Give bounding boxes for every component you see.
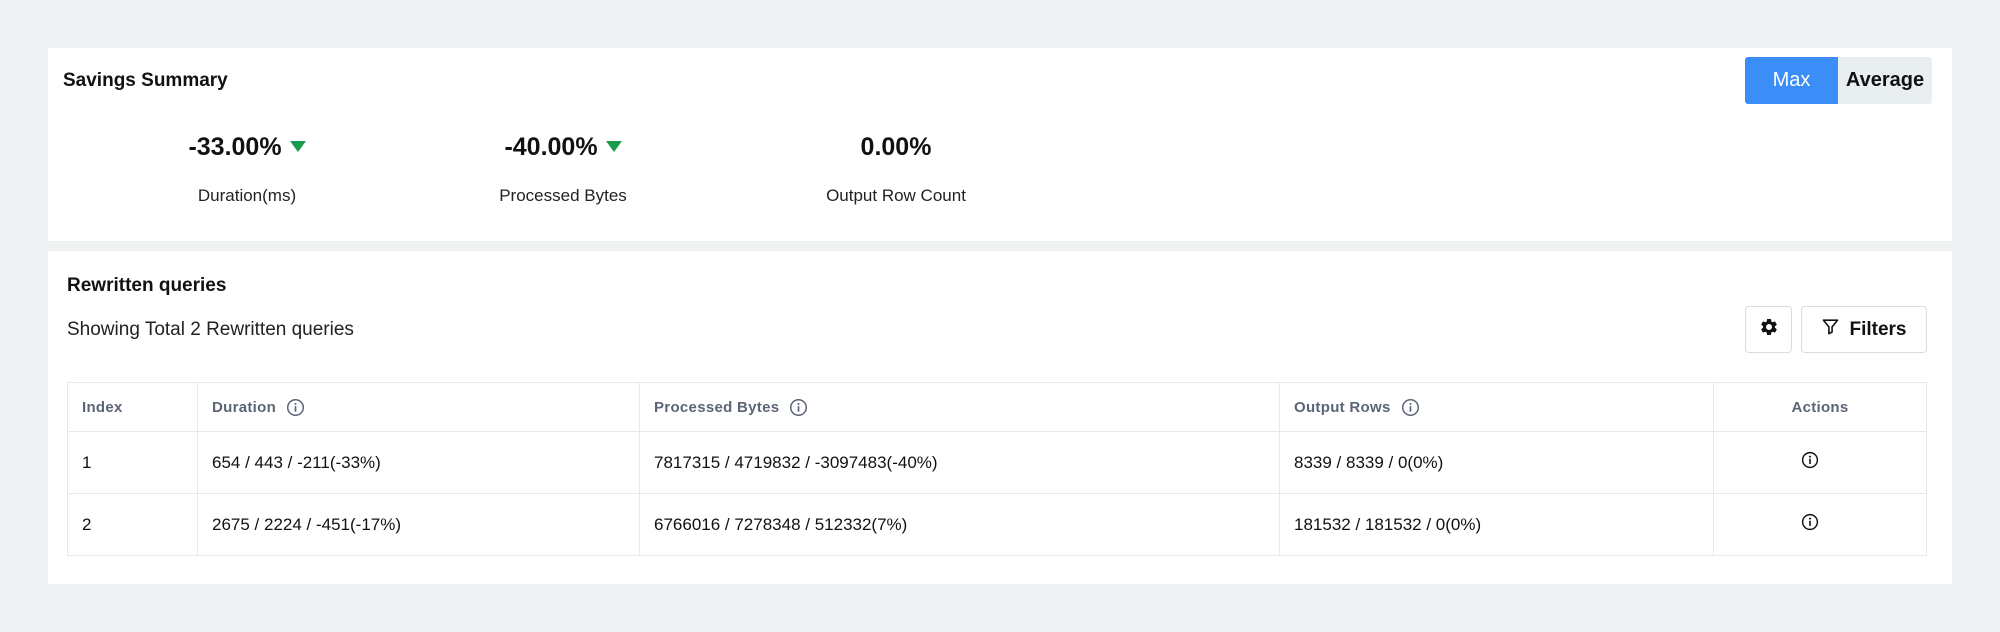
settings-button[interactable] (1745, 306, 1792, 353)
max-toggle-button[interactable]: Max (1745, 57, 1838, 104)
metric-duration-label: Duration(ms) (197, 186, 297, 205)
rewritten-queries-count: Showing Total 2 Rewritten queries (67, 319, 354, 340)
trend-down-icon (289, 140, 306, 152)
info-icon[interactable] (1401, 398, 1420, 417)
average-toggle-button[interactable]: Average (1838, 57, 1932, 104)
metric-processed-bytes-value-row: -40.00% (504, 132, 622, 162)
column-header-duration: Duration (197, 382, 640, 432)
column-header-index: Index (67, 382, 198, 432)
column-header-processed-bytes: Processed Bytes (639, 382, 1280, 432)
table-row: 1 654 / 443 / -211(-33%) 7817315 / 47198… (67, 431, 1927, 494)
table-row: 2 2675 / 2224 / -451(-17%) 6766016 / 727… (67, 493, 1927, 556)
metric-output-row-count-value-row: 0.00% (861, 132, 932, 162)
table-header-row: Index Duration Processed Bytes Output Ro… (67, 382, 1927, 432)
filters-label: Filters (1849, 318, 1907, 340)
cell-processed-bytes: 7817315 / 4719832 / -3097483(-40%) (639, 431, 1280, 494)
metric-duration-value-row: -33.00% (188, 132, 306, 162)
row-details-info-icon[interactable] (1801, 451, 1819, 469)
column-header-actions-label: Actions (1791, 398, 1849, 416)
column-header-output-rows: Output Rows (1279, 382, 1714, 432)
cell-index: 2 (67, 493, 198, 556)
metric-output-row-count-label: Output Row Count (826, 186, 966, 205)
metric-processed-bytes-label: Processed Bytes (499, 186, 627, 205)
column-header-output-rows-label: Output Rows (1294, 398, 1391, 416)
cell-index: 1 (67, 431, 198, 494)
info-icon[interactable] (789, 398, 808, 417)
metric-duration: -33.00% Duration(ms) (117, 132, 377, 206)
trend-down-icon (605, 140, 622, 152)
savings-summary-card: Savings Summary Max Average -33.00% Dura… (48, 48, 1952, 241)
savings-summary-title: Savings Summary (63, 70, 228, 91)
info-icon[interactable] (286, 398, 305, 417)
rewritten-queries-title: Rewritten queries (67, 275, 227, 296)
cell-output-rows: 8339 / 8339 / 0(0%) (1279, 431, 1714, 494)
column-header-index-label: Index (82, 398, 123, 416)
gear-icon (1759, 317, 1779, 342)
column-header-actions: Actions (1713, 382, 1927, 432)
rewritten-queries-table: Index Duration Processed Bytes Output Ro… (67, 382, 1927, 556)
metric-output-row-count-value: 0.00% (860, 132, 932, 161)
row-details-info-icon[interactable] (1801, 513, 1819, 531)
cell-duration: 2675 / 2224 / -451(-17%) (197, 493, 640, 556)
filters-button[interactable]: Filters (1801, 306, 1927, 353)
cell-actions (1713, 493, 1927, 556)
max-average-toggle: Max Average (1745, 57, 1932, 104)
metric-processed-bytes-value: -40.00% (504, 132, 598, 161)
metric-duration-value: -33.00% (188, 132, 282, 161)
column-header-duration-label: Duration (212, 398, 277, 416)
cell-actions (1713, 431, 1927, 494)
cell-duration: 654 / 443 / -211(-33%) (197, 431, 640, 494)
metric-output-row-count: 0.00% Output Row Count (766, 132, 1026, 206)
cell-processed-bytes: 6766016 / 7278348 / 512332(7%) (639, 493, 1280, 556)
filter-icon (1821, 317, 1840, 342)
cell-output-rows: 181532 / 181532 / 0(0%) (1279, 493, 1714, 556)
column-header-processed-bytes-label: Processed Bytes (654, 398, 780, 416)
rewritten-queries-card: Rewritten queries Showing Total 2 Rewrit… (48, 251, 1952, 584)
metric-processed-bytes: -40.00% Processed Bytes (433, 132, 693, 206)
